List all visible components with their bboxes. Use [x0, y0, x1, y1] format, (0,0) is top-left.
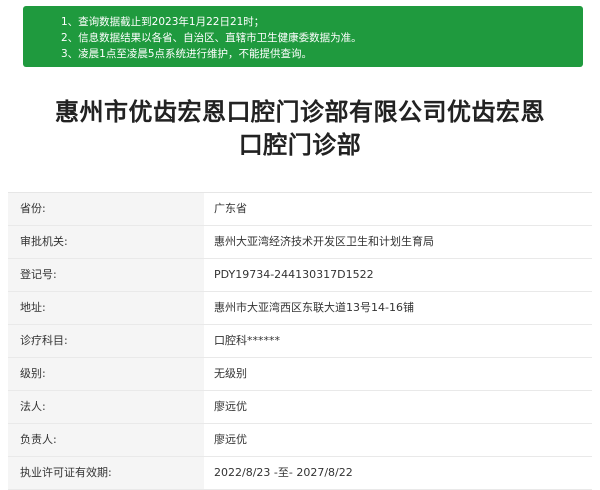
field-value: 廖远优: [204, 424, 592, 456]
notice-banner: 1、查询数据截止到2023年1月22日21时； 2、信息数据结果以各省、自治区、…: [23, 6, 583, 67]
table-row-registration-number: 登记号: PDY19734-244130317D1522: [8, 259, 592, 292]
table-row-level: 级别: 无级别: [8, 358, 592, 391]
notice-line: 1、查询数据截止到2023年1月22日21时；: [61, 16, 265, 28]
field-label: 登记号:: [8, 259, 204, 291]
table-row-treatment-subjects: 诊疗科目: 口腔科******: [8, 325, 592, 358]
field-value: PDY19734-244130317D1522: [204, 259, 592, 291]
table-row-province: 省份: 广东省: [8, 193, 592, 226]
field-value: 惠州大亚湾经济技术开发区卫生和计划生育局: [204, 226, 592, 258]
notice-line: 3、凌晨1点至凌晨5点系统进行维护，不能提供查询。: [61, 48, 313, 60]
info-table: 省份: 广东省 审批机关: 惠州大亚湾经济技术开发区卫生和计划生育局 登记号: …: [8, 192, 592, 490]
field-value: 廖远优: [204, 391, 592, 423]
table-row-address: 地址: 惠州市大亚湾西区东联大道13号14-16铺: [8, 292, 592, 325]
field-label: 法人:: [8, 391, 204, 423]
page-title-line2: 口腔门诊部: [238, 131, 362, 159]
table-row-legal-person: 法人: 廖远优: [8, 391, 592, 424]
notice-line: 2、信息数据结果以各省、自治区、直辖市卫生健康委数据为准。: [61, 32, 362, 44]
table-row-person-in-charge: 负责人: 廖远优: [8, 424, 592, 457]
field-value: 广东省: [204, 193, 592, 225]
field-value: 2022/8/23 -至- 2027/8/22: [204, 457, 592, 489]
page-title: 惠州市优齿宏恩口腔门诊部有限公司优齿宏恩 口腔门诊部: [0, 96, 600, 162]
field-value: 口腔科******: [204, 325, 592, 357]
field-value: 无级别: [204, 358, 592, 390]
table-row-approval-authority: 审批机关: 惠州大亚湾经济技术开发区卫生和计划生育局: [8, 226, 592, 259]
page-title-line1: 惠州市优齿宏恩口腔门诊部有限公司优齿宏恩: [55, 98, 545, 126]
table-row-license-validity: 执业许可证有效期: 2022/8/23 -至- 2027/8/22: [8, 457, 592, 490]
field-label: 审批机关:: [8, 226, 204, 258]
field-label: 级别:: [8, 358, 204, 390]
field-label: 负责人:: [8, 424, 204, 456]
field-label: 省份:: [8, 193, 204, 225]
field-label: 执业许可证有效期:: [8, 457, 204, 489]
field-label: 诊疗科目:: [8, 325, 204, 357]
field-value: 惠州市大亚湾西区东联大道13号14-16铺: [204, 292, 592, 324]
field-label: 地址:: [8, 292, 204, 324]
